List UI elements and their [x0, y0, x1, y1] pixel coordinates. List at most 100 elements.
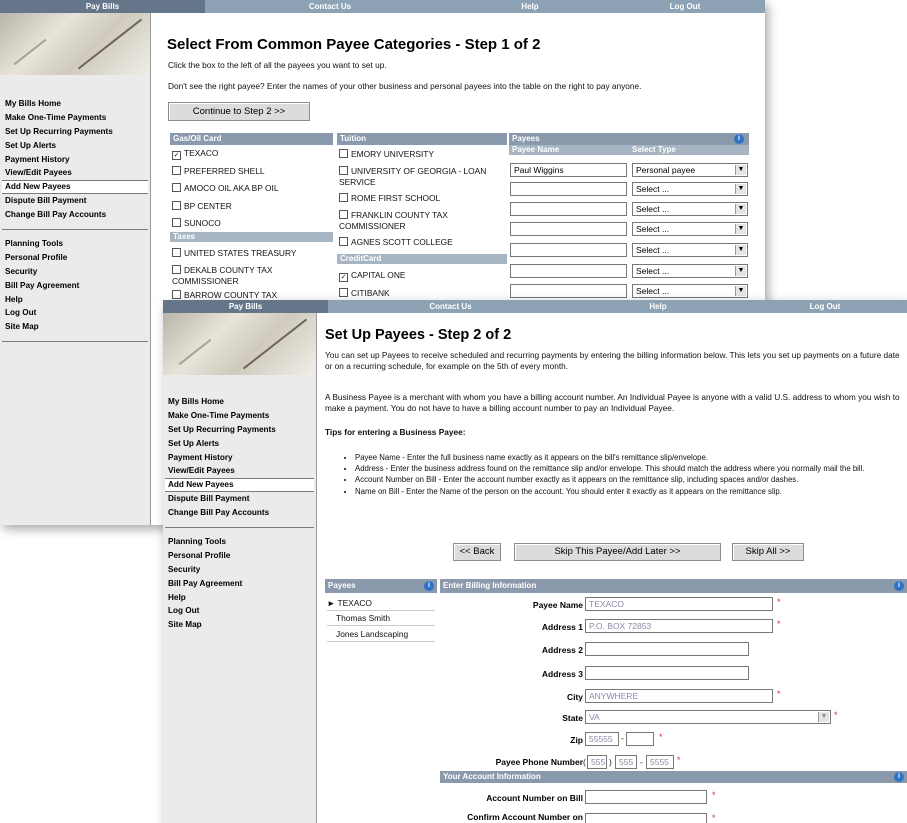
sidebar-item[interactable]: Change Bill Pay Accounts [165, 506, 314, 520]
nav-contact-us[interactable]: Contact Us [328, 300, 573, 313]
checkbox-icon[interactable]: ✓ [172, 151, 181, 160]
sidebar-item[interactable]: Set Up Alerts [165, 437, 314, 451]
phone-prefix-input[interactable]: 555 [615, 755, 637, 769]
sidebar-item[interactable]: My Bills Home [2, 97, 148, 111]
payee-name-input[interactable] [510, 202, 627, 216]
sidebar-item-active[interactable]: Add New Payees [165, 478, 314, 493]
payee-name-input[interactable] [510, 222, 627, 236]
sidebar-item[interactable]: Security [2, 265, 148, 279]
sidebar-item[interactable]: Change Bill Pay Accounts [2, 208, 148, 222]
sidebar-item[interactable]: Planning Tools [165, 535, 314, 549]
payee-checkbox[interactable]: EMORY UNIVERSITY [339, 149, 434, 160]
checkbox-icon[interactable] [339, 193, 348, 202]
checkbox-icon[interactable] [172, 183, 181, 192]
payee-checkbox[interactable]: FRANKLIN COUNTY TAX COMMISSIONER [339, 210, 504, 231]
checkbox-icon[interactable] [172, 201, 181, 210]
sidebar-item[interactable]: Site Map [2, 320, 148, 334]
sidebar-item[interactable]: Personal Profile [165, 549, 314, 563]
sidebar-item[interactable]: View/Edit Payees [165, 464, 314, 478]
sidebar-item[interactable]: Bill Pay Agreement [165, 577, 314, 591]
payee-type-select[interactable]: Select ... ▼ [632, 284, 748, 298]
nav-pay-bills[interactable]: Pay Bills [163, 300, 328, 313]
payee-name-input[interactable] [510, 264, 627, 278]
dropdown-arrow-icon[interactable]: ▼ [735, 165, 746, 175]
payee-checkbox[interactable]: AGNES SCOTT COLLEGE [339, 237, 453, 248]
checkbox-icon[interactable]: ✓ [339, 273, 348, 282]
payee-name-input[interactable] [510, 182, 627, 196]
sidebar-item[interactable]: Help [165, 591, 314, 605]
city-input[interactable]: ANYWHERE [585, 689, 773, 703]
dropdown-arrow-icon[interactable]: ▼ [735, 224, 746, 234]
payee-name-input[interactable]: Paul Wiggins [510, 163, 627, 177]
sidebar-item[interactable]: Make One-Time Payments [2, 111, 148, 125]
nav-help[interactable]: Help [455, 0, 605, 13]
sidebar-item[interactable]: Site Map [165, 618, 314, 632]
checkbox-icon[interactable] [339, 210, 348, 219]
checkbox-icon[interactable] [339, 166, 348, 175]
skip-all-button[interactable]: Skip All >> [732, 543, 804, 561]
dropdown-arrow-icon[interactable]: ▼ [735, 286, 746, 296]
dropdown-arrow-icon[interactable]: ▼ [735, 266, 746, 276]
dropdown-arrow-icon[interactable]: ▼ [735, 245, 746, 255]
payee-type-select[interactable]: Select ... ▼ [632, 202, 748, 216]
payee-type-select[interactable]: Select ... ▼ [632, 182, 748, 196]
payee-list-item[interactable]: Jones Landscaping [327, 628, 435, 642]
payee-list-item-selected[interactable]: ► TEXACO [327, 597, 435, 611]
checkbox-icon[interactable] [172, 218, 181, 227]
checkbox-icon[interactable] [172, 290, 181, 299]
account-number-input[interactable] [585, 790, 707, 804]
dropdown-arrow-icon[interactable]: ▼ [735, 204, 746, 214]
checkbox-icon[interactable] [339, 237, 348, 246]
zip-extension-input[interactable] [626, 732, 654, 746]
info-icon[interactable]: i [894, 581, 904, 591]
payee-checkbox[interactable]: PREFERRED SHELL [172, 166, 265, 177]
sidebar-item[interactable]: Payment History [2, 153, 148, 167]
payee-type-select[interactable]: Personal payee ▼ [632, 163, 748, 177]
phone-area-input[interactable]: 555 [587, 755, 607, 769]
payee-checkbox[interactable]: ROME FIRST SCHOOL [339, 193, 440, 204]
continue-button[interactable]: Continue to Step 2 >> [168, 102, 310, 121]
payee-type-select[interactable]: Select ... ▼ [632, 243, 748, 257]
sidebar-item[interactable]: Dispute Bill Payment [2, 194, 148, 208]
sidebar-item[interactable]: Set Up Recurring Payments [2, 125, 148, 139]
payee-checkbox[interactable]: CITIBANK [339, 288, 390, 299]
address1-input[interactable]: P.O. BOX 72853 [585, 619, 773, 633]
payee-checkbox[interactable]: SUNOCO [172, 218, 221, 229]
address3-input[interactable] [585, 666, 749, 680]
address2-input[interactable] [585, 642, 749, 656]
sidebar-item[interactable]: Personal Profile [2, 251, 148, 265]
sidebar-item[interactable]: Set Up Recurring Payments [165, 423, 314, 437]
sidebar-item[interactable]: Planning Tools [2, 237, 148, 251]
skip-payee-button[interactable]: Skip This Payee/Add Later >> [514, 543, 721, 561]
nav-pay-bills[interactable]: Pay Bills [0, 0, 205, 13]
sidebar-item[interactable]: Dispute Bill Payment [165, 492, 314, 506]
payee-type-select[interactable]: Select ... ▼ [632, 264, 748, 278]
sidebar-item[interactable]: View/Edit Payees [2, 166, 148, 180]
payee-checkbox[interactable]: AMOCO OIL AKA BP OIL [172, 183, 279, 194]
zip-input[interactable]: 55555 [585, 732, 619, 746]
sidebar-item[interactable]: Bill Pay Agreement [2, 279, 148, 293]
info-icon[interactable]: i [424, 581, 434, 591]
payee-checkbox[interactable]: UNIVERSITY OF GEORGIA - LOAN SERVICE [339, 166, 507, 187]
nav-log-out[interactable]: Log Out [743, 300, 907, 313]
state-select[interactable]: VA ▼ [585, 710, 831, 724]
sidebar-item[interactable]: Log Out [165, 604, 314, 618]
nav-log-out[interactable]: Log Out [605, 0, 765, 13]
checkbox-icon[interactable] [339, 288, 348, 297]
sidebar-item[interactable]: Payment History [165, 451, 314, 465]
info-icon[interactable]: i [734, 134, 744, 144]
checkbox-icon[interactable] [172, 166, 181, 175]
payee-name-input[interactable] [510, 284, 627, 298]
phone-line-input[interactable]: 5555 [646, 755, 674, 769]
payee-checkbox-texaco[interactable]: ✓ TEXACO [172, 148, 218, 160]
payee-name-input[interactable]: TEXACO [585, 597, 773, 611]
payee-list-item[interactable]: Thomas Smith [327, 612, 435, 626]
payee-checkbox[interactable]: DEKALB COUNTY TAX COMMISSIONER [172, 265, 332, 286]
payee-checkbox[interactable]: BARROW COUNTY TAX [172, 290, 277, 301]
sidebar-item[interactable]: Set Up Alerts [2, 139, 148, 153]
confirm-account-input[interactable] [585, 813, 707, 823]
payee-type-select[interactable]: Select ... ▼ [632, 222, 748, 236]
sidebar-item[interactable]: Log Out [2, 306, 148, 320]
checkbox-icon[interactable] [172, 248, 181, 257]
nav-contact-us[interactable]: Contact Us [205, 0, 455, 13]
